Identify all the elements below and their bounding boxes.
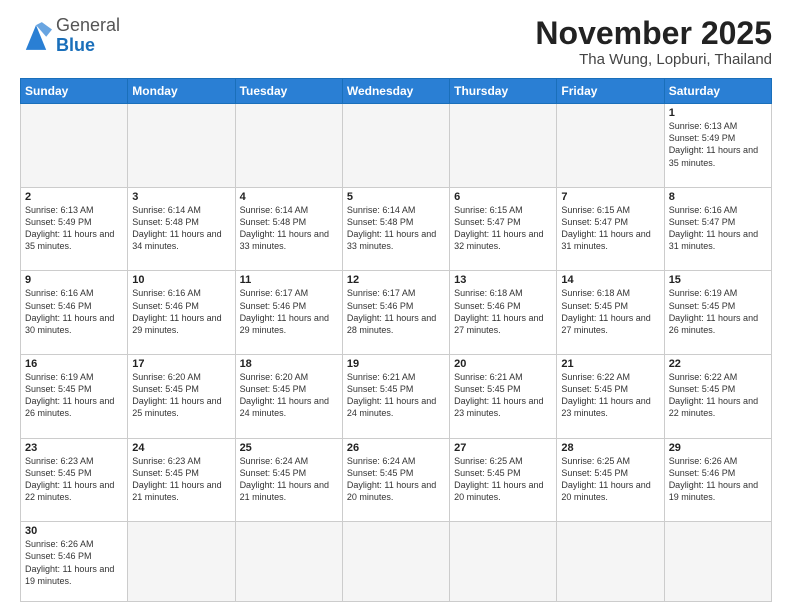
calendar-row-6: 30Sunrise: 6:26 AMSunset: 5:46 PMDayligh…	[21, 522, 772, 602]
header-saturday: Saturday	[664, 79, 771, 104]
day-number-19: 19	[347, 358, 445, 370]
day-info-11: Sunrise: 6:17 AMSunset: 5:46 PMDaylight:…	[240, 287, 338, 336]
day-number-5: 5	[347, 191, 445, 203]
day-number-6: 6	[454, 191, 552, 203]
day-info-30: Sunrise: 6:26 AMSunset: 5:46 PMDaylight:…	[25, 538, 123, 587]
day-info-6: Sunrise: 6:15 AMSunset: 5:47 PMDaylight:…	[454, 204, 552, 253]
day-number-4: 4	[240, 191, 338, 203]
day-info-21: Sunrise: 6:22 AMSunset: 5:45 PMDaylight:…	[561, 371, 659, 420]
day-number-28: 28	[561, 442, 659, 454]
day-number-18: 18	[240, 358, 338, 370]
day-info-23: Sunrise: 6:23 AMSunset: 5:45 PMDaylight:…	[25, 455, 123, 504]
day-number-13: 13	[454, 274, 552, 286]
day-info-2: Sunrise: 6:13 AMSunset: 5:49 PMDaylight:…	[25, 204, 123, 253]
day-number-17: 17	[132, 358, 230, 370]
day-info-19: Sunrise: 6:21 AMSunset: 5:45 PMDaylight:…	[347, 371, 445, 420]
day-info-17: Sunrise: 6:20 AMSunset: 5:45 PMDaylight:…	[132, 371, 230, 420]
day-number-23: 23	[25, 442, 123, 454]
day-info-20: Sunrise: 6:21 AMSunset: 5:45 PMDaylight:…	[454, 371, 552, 420]
day-info-24: Sunrise: 6:23 AMSunset: 5:45 PMDaylight:…	[132, 455, 230, 504]
logo-icon	[20, 22, 52, 50]
day-info-26: Sunrise: 6:24 AMSunset: 5:45 PMDaylight:…	[347, 455, 445, 504]
day-info-25: Sunrise: 6:24 AMSunset: 5:45 PMDaylight:…	[240, 455, 338, 504]
day-number-2: 2	[25, 191, 123, 203]
day-info-12: Sunrise: 6:17 AMSunset: 5:46 PMDaylight:…	[347, 287, 445, 336]
logo: General Blue	[20, 16, 120, 56]
day-number-21: 21	[561, 358, 659, 370]
logo-blue: Blue	[56, 35, 95, 55]
day-info-1: Sunrise: 6:13 AMSunset: 5:49 PMDaylight:…	[669, 120, 767, 169]
calendar-row-4: 16Sunrise: 6:19 AMSunset: 5:45 PMDayligh…	[21, 355, 772, 439]
day-number-27: 27	[454, 442, 552, 454]
title-block: November 2025 Tha Wung, Lopburi, Thailan…	[535, 16, 772, 68]
weekday-header-row: Sunday Monday Tuesday Wednesday Thursday…	[21, 79, 772, 104]
calendar-row-1: 1Sunrise: 6:13 AMSunset: 5:49 PMDaylight…	[21, 104, 772, 188]
header-sunday: Sunday	[21, 79, 128, 104]
header: General Blue November 2025 Tha Wung, Lop…	[20, 16, 772, 68]
day-number-20: 20	[454, 358, 552, 370]
day-info-16: Sunrise: 6:19 AMSunset: 5:45 PMDaylight:…	[25, 371, 123, 420]
day-info-22: Sunrise: 6:22 AMSunset: 5:45 PMDaylight:…	[669, 371, 767, 420]
day-number-26: 26	[347, 442, 445, 454]
day-number-16: 16	[25, 358, 123, 370]
day-info-9: Sunrise: 6:16 AMSunset: 5:46 PMDaylight:…	[25, 287, 123, 336]
day-number-14: 14	[561, 274, 659, 286]
day-number-8: 8	[669, 191, 767, 203]
day-info-29: Sunrise: 6:26 AMSunset: 5:46 PMDaylight:…	[669, 455, 767, 504]
day-info-8: Sunrise: 6:16 AMSunset: 5:47 PMDaylight:…	[669, 204, 767, 253]
day-number-7: 7	[561, 191, 659, 203]
day-info-18: Sunrise: 6:20 AMSunset: 5:45 PMDaylight:…	[240, 371, 338, 420]
page: General Blue November 2025 Tha Wung, Lop…	[0, 0, 792, 612]
day-number-15: 15	[669, 274, 767, 286]
header-tuesday: Tuesday	[235, 79, 342, 104]
day-info-13: Sunrise: 6:18 AMSunset: 5:46 PMDaylight:…	[454, 287, 552, 336]
day-number-24: 24	[132, 442, 230, 454]
logo-text: General Blue	[56, 16, 120, 56]
day-info-7: Sunrise: 6:15 AMSunset: 5:47 PMDaylight:…	[561, 204, 659, 253]
calendar-row-5: 23Sunrise: 6:23 AMSunset: 5:45 PMDayligh…	[21, 438, 772, 522]
day-number-1: 1	[669, 107, 767, 119]
day-info-3: Sunrise: 6:14 AMSunset: 5:48 PMDaylight:…	[132, 204, 230, 253]
header-friday: Friday	[557, 79, 664, 104]
day-number-29: 29	[669, 442, 767, 454]
day-info-28: Sunrise: 6:25 AMSunset: 5:45 PMDaylight:…	[561, 455, 659, 504]
day-number-30: 30	[25, 525, 123, 537]
day-number-9: 9	[25, 274, 123, 286]
calendar-row-2: 2Sunrise: 6:13 AMSunset: 5:49 PMDaylight…	[21, 187, 772, 271]
day-number-25: 25	[240, 442, 338, 454]
day-info-14: Sunrise: 6:18 AMSunset: 5:45 PMDaylight:…	[561, 287, 659, 336]
day-number-3: 3	[132, 191, 230, 203]
header-thursday: Thursday	[450, 79, 557, 104]
day-info-4: Sunrise: 6:14 AMSunset: 5:48 PMDaylight:…	[240, 204, 338, 253]
day-number-11: 11	[240, 274, 338, 286]
day-info-15: Sunrise: 6:19 AMSunset: 5:45 PMDaylight:…	[669, 287, 767, 336]
logo-general: General	[56, 15, 120, 35]
day-info-27: Sunrise: 6:25 AMSunset: 5:45 PMDaylight:…	[454, 455, 552, 504]
location: Tha Wung, Lopburi, Thailand	[535, 51, 772, 68]
day-number-12: 12	[347, 274, 445, 286]
calendar-table: Sunday Monday Tuesday Wednesday Thursday…	[20, 78, 772, 602]
header-wednesday: Wednesday	[342, 79, 449, 104]
day-info-5: Sunrise: 6:14 AMSunset: 5:48 PMDaylight:…	[347, 204, 445, 253]
header-monday: Monday	[128, 79, 235, 104]
day-info-10: Sunrise: 6:16 AMSunset: 5:46 PMDaylight:…	[132, 287, 230, 336]
day-number-10: 10	[132, 274, 230, 286]
month-year: November 2025	[535, 16, 772, 51]
day-number-22: 22	[669, 358, 767, 370]
calendar-row-3: 9Sunrise: 6:16 AMSunset: 5:46 PMDaylight…	[21, 271, 772, 355]
